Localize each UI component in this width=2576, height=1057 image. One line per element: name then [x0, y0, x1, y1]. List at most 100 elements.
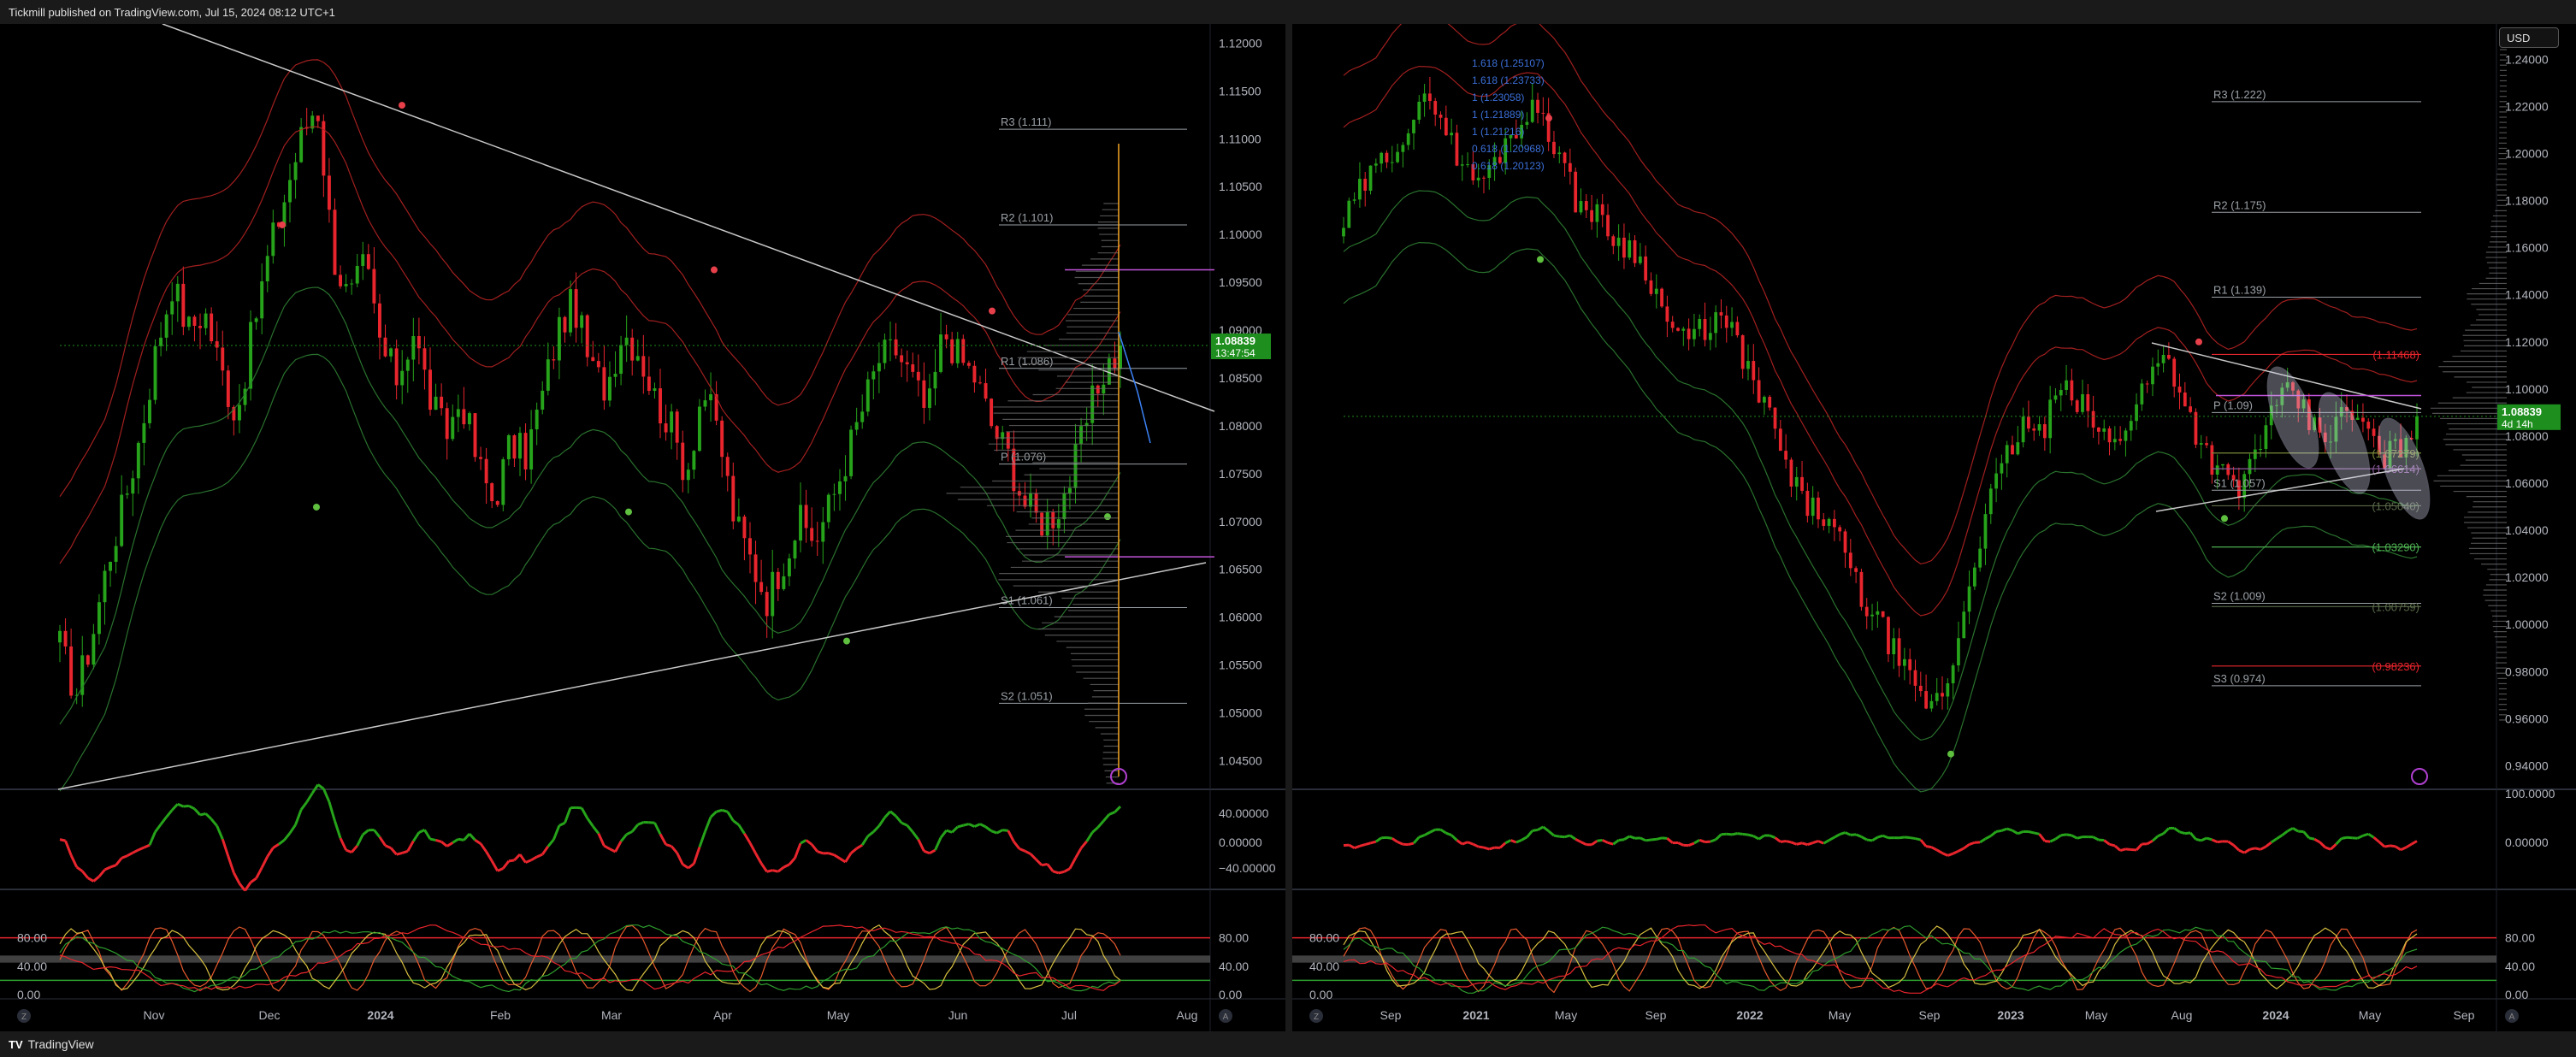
candle-body: [736, 517, 741, 522]
rsi-line-segment: [193, 807, 202, 816]
candle-body: [1396, 151, 1399, 162]
candle-body: [389, 348, 393, 357]
rsi-line-segment: [1580, 841, 1587, 846]
rsi-line-segment: [530, 855, 538, 862]
rsi-line-segment: [75, 865, 84, 872]
candle-body: [1951, 665, 1955, 683]
candle-body: [1450, 133, 1454, 136]
rsi-line-segment: [2103, 839, 2111, 846]
rsi-line-segment: [81, 870, 89, 879]
candle-body: [125, 493, 129, 495]
time-axis-label: Sep: [1645, 1008, 1667, 1022]
left-chart-panel[interactable]: 1.12000 1.11500 1.11000 1.10500 1.10000 1.095…: [0, 24, 1285, 1031]
currency-select[interactable]: USD: [2499, 27, 2559, 48]
price-axis-label: 1.05000: [1219, 706, 1262, 720]
candle-body: [557, 316, 561, 361]
time-axis-label: May: [2359, 1008, 2381, 1022]
rsi-line-segment: [1370, 840, 1377, 845]
rsi-line-segment: [221, 838, 230, 857]
candle-body: [339, 275, 343, 286]
rsi-line-segment: [850, 847, 858, 854]
candle-body: [1352, 199, 1356, 201]
rsi-line-segment: [266, 847, 275, 858]
time-axis-label: Aug: [1177, 1008, 1198, 1022]
candle-body: [714, 394, 718, 421]
candle-body: [635, 356, 640, 361]
rsi-line-segment: [1855, 833, 1862, 838]
rsi-line-segment: [188, 805, 196, 811]
candle-body: [1902, 658, 1906, 666]
rsi-line-segment: [979, 823, 987, 829]
candle-body: [142, 422, 146, 443]
candle-body: [2135, 404, 2138, 422]
candle-body: [978, 382, 982, 384]
price-axis-label: 1.04500: [1219, 753, 1262, 767]
rsi-line-segment: [435, 839, 442, 843]
rsi-line-segment: [625, 830, 633, 836]
rsi-line-segment: [1774, 836, 1781, 843]
candle-body: [697, 406, 701, 452]
panel-divider[interactable]: [1285, 24, 1292, 1031]
candle-body: [1439, 115, 1443, 118]
rsi-line-segment: [877, 817, 886, 827]
candle-body: [1067, 487, 1072, 493]
rsi-line-segment: [2335, 837, 2343, 846]
pivot-label: S1 (1.057): [2213, 476, 2266, 489]
candle-body: [383, 337, 387, 357]
candle-body: [434, 396, 438, 410]
candle-body: [1557, 152, 1562, 155]
rsi-line-segment: [159, 816, 168, 825]
candle-body: [1935, 693, 1939, 701]
candle-body: [2107, 428, 2112, 443]
rsi-line-segment: [1024, 849, 1031, 855]
rsi-line-segment: [1063, 867, 1071, 873]
candle-body: [624, 337, 629, 345]
rsi-line-segment: [1726, 832, 1733, 836]
projection-arrow: [1118, 331, 1151, 444]
rsi-line-segment: [759, 862, 768, 873]
pivot-label: R1 (1.086): [1001, 355, 1053, 368]
candle-body: [995, 426, 999, 440]
rsi-line-segment: [1085, 831, 1094, 842]
candle-body: [512, 435, 517, 459]
candle-body: [411, 336, 416, 360]
time-axis-label: 2021: [1462, 1008, 1489, 1022]
rsi-line-segment: [2184, 831, 2191, 836]
rsi-line-segment: [1498, 841, 1507, 849]
candle-body: [866, 379, 870, 412]
candle-body: [681, 442, 685, 481]
rsi-line-segment: [69, 854, 79, 868]
rsi-line-segment: [97, 869, 106, 877]
rsi-line-segment: [272, 843, 280, 849]
price-axis-label: 1.24000: [2505, 52, 2549, 66]
candle-body: [944, 334, 948, 340]
candle-body: [366, 254, 370, 269]
rsi-line-segment: [1645, 838, 1651, 842]
pivot-label: S2 (1.051): [1001, 689, 1053, 702]
candle-body: [1838, 527, 1842, 532]
rsi-line-segment: [1591, 840, 1598, 846]
rsi-line-segment: [2179, 830, 2186, 836]
rsi-line-segment: [1102, 813, 1111, 822]
rsi-line-segment: [670, 845, 678, 854]
right-chart-svg[interactable]: 1.24000 1.22000 1.20000 1.18000 1.16000 1.140…: [1292, 24, 2576, 1031]
rsi-line-segment: [351, 844, 358, 853]
signal-dot: [279, 221, 286, 228]
price-axis-label: 1.09500: [1219, 275, 1262, 289]
candle-body: [2199, 443, 2203, 445]
rsi-line-segment: [564, 807, 572, 824]
rsi-line-segment: [939, 830, 948, 839]
time-axis-label: Jul: [1061, 1008, 1077, 1022]
candle-body: [1957, 638, 1960, 666]
rsi-line-segment: [2077, 836, 2083, 840]
left-chart-svg[interactable]: 1.12000 1.11500 1.11000 1.10500 1.10000 1.095…: [0, 24, 1285, 1031]
candle-body: [114, 546, 118, 562]
rsi-line-segment: [1752, 835, 1760, 841]
tradingview-brand[interactable]: TV TradingView: [9, 1037, 94, 1051]
candle-body: [1113, 358, 1117, 369]
rsi-line-segment: [1483, 846, 1490, 851]
rsi-line-segment: [828, 852, 835, 857]
candle-body: [1368, 165, 1373, 192]
right-chart-panel[interactable]: 1.24000 1.22000 1.20000 1.18000 1.16000 1.140…: [1292, 24, 2576, 1031]
rsi-line-segment: [148, 831, 157, 846]
